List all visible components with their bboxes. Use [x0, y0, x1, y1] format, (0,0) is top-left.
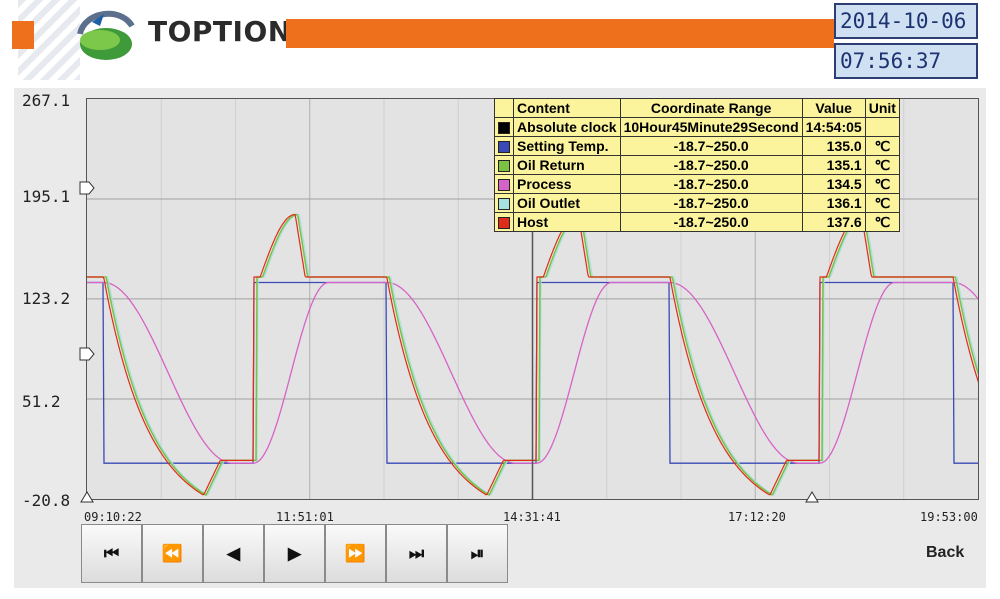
x-tick-label: 14:31:41: [503, 510, 561, 524]
legend-row-oil-outlet: Oil Outlet -18.7~250.0 136.1 ℃: [494, 193, 900, 213]
x-tick-label: 17:12:20: [728, 510, 786, 524]
legend-swatch: [498, 198, 510, 211]
legend-series-value: 135.0: [801, 136, 866, 156]
legend-swatch: [498, 179, 510, 192]
x-tick-label: 11:51:01: [276, 510, 334, 524]
legend-series-unit: ℃: [864, 174, 900, 194]
legend-series-value: 14:54:05: [801, 117, 866, 137]
stop-button[interactable]: ⏯: [447, 524, 508, 583]
legend-series-value: 137.6: [801, 212, 866, 232]
legend-series-unit: ℃: [864, 155, 900, 175]
legend-series-name: Absolute clock: [513, 117, 621, 137]
legend-series-range: -18.7~250.0: [619, 212, 803, 232]
right-time-cursor-icon[interactable]: [805, 491, 819, 503]
legend-series-value: 136.1: [801, 193, 866, 213]
toption-logo-icon: [77, 10, 135, 60]
legend-header-value: Value: [801, 98, 866, 118]
y-tick-label: 123.2: [22, 289, 71, 308]
legend-series-name: Setting Temp.: [513, 136, 621, 156]
first-button[interactable]: ⏮: [81, 524, 142, 583]
legend-series-unit: ℃: [864, 136, 900, 156]
legend-header-unit: Unit: [864, 98, 900, 118]
legend-swatch: [498, 160, 510, 173]
header-bar: TOPTION 2014-10-06 07:56:37: [0, 0, 1000, 88]
playback-controls: ⏮ ⏪ ◀ ▶ ⏩ ⏭ ⏯: [81, 524, 508, 583]
legend-series-value: 134.5: [801, 174, 866, 194]
legend-header-content: Content: [513, 98, 621, 118]
legend-series-unit: ℃: [864, 212, 900, 232]
left-accent-bar: [12, 21, 34, 49]
chart-legend: Content Coordinate Range Value Unit Abso…: [494, 98, 900, 232]
legend-swatch: [498, 122, 510, 135]
legend-series-name: Process: [513, 174, 621, 194]
legend-swatch: [498, 217, 510, 230]
legend-row-process: Process -18.7~250.0 134.5 ℃: [494, 174, 900, 194]
brand-name: TOPTION: [148, 15, 292, 48]
legend-swatch: [498, 141, 510, 154]
legend-header-range: Coordinate Range: [619, 98, 803, 118]
legend-series-unit: [864, 117, 900, 137]
time-display: 07:56:37: [834, 43, 978, 79]
y-tick-label: -20.8: [22, 491, 71, 510]
y-tick-label: 51.2: [22, 392, 61, 411]
legend-header-row: Content Coordinate Range Value Unit: [494, 98, 900, 118]
x-tick-label: 09:10:22: [84, 510, 142, 524]
legend-series-unit: ℃: [864, 193, 900, 213]
header-orange-bar: [286, 19, 834, 48]
legend-series-name: Oil Outlet: [513, 193, 621, 213]
legend-series-range: -18.7~250.0: [619, 155, 803, 175]
last-button[interactable]: ⏭: [386, 524, 447, 583]
step-forward-button[interactable]: ▶: [264, 524, 325, 583]
legend-series-value: 135.1: [801, 155, 866, 175]
upper-limit-cursor-icon[interactable]: [79, 181, 95, 195]
legend-row-absolute-clock: Absolute clock 10Hour45Minute29Second 14…: [494, 117, 900, 137]
legend-series-range: 10Hour45Minute29Second: [619, 117, 803, 137]
legend-row-host: Host -18.7~250.0 137.6 ℃: [494, 212, 900, 232]
fast-forward-button[interactable]: ⏩: [325, 524, 386, 583]
legend-row-oil-return: Oil Return -18.7~250.0 135.1 ℃: [494, 155, 900, 175]
legend-series-name: Oil Return: [513, 155, 621, 175]
x-tick-label: 19:53:00: [920, 510, 978, 524]
legend-series-range: -18.7~250.0: [619, 136, 803, 156]
left-time-cursor-icon[interactable]: [80, 491, 94, 503]
step-back-button[interactable]: ◀: [203, 524, 264, 583]
y-tick-label: 195.1: [22, 187, 71, 206]
back-button[interactable]: Back: [926, 544, 964, 562]
date-display: 2014-10-06: [834, 3, 978, 39]
legend-series-name: Host: [513, 212, 621, 232]
y-tick-label: 267.1: [22, 91, 71, 110]
fast-rewind-button[interactable]: ⏪: [142, 524, 203, 583]
lower-limit-cursor-icon[interactable]: [79, 347, 95, 361]
legend-row-setting-temp: Setting Temp. -18.7~250.0 135.0 ℃: [494, 136, 900, 156]
legend-series-range: -18.7~250.0: [619, 193, 803, 213]
legend-series-range: -18.7~250.0: [619, 174, 803, 194]
